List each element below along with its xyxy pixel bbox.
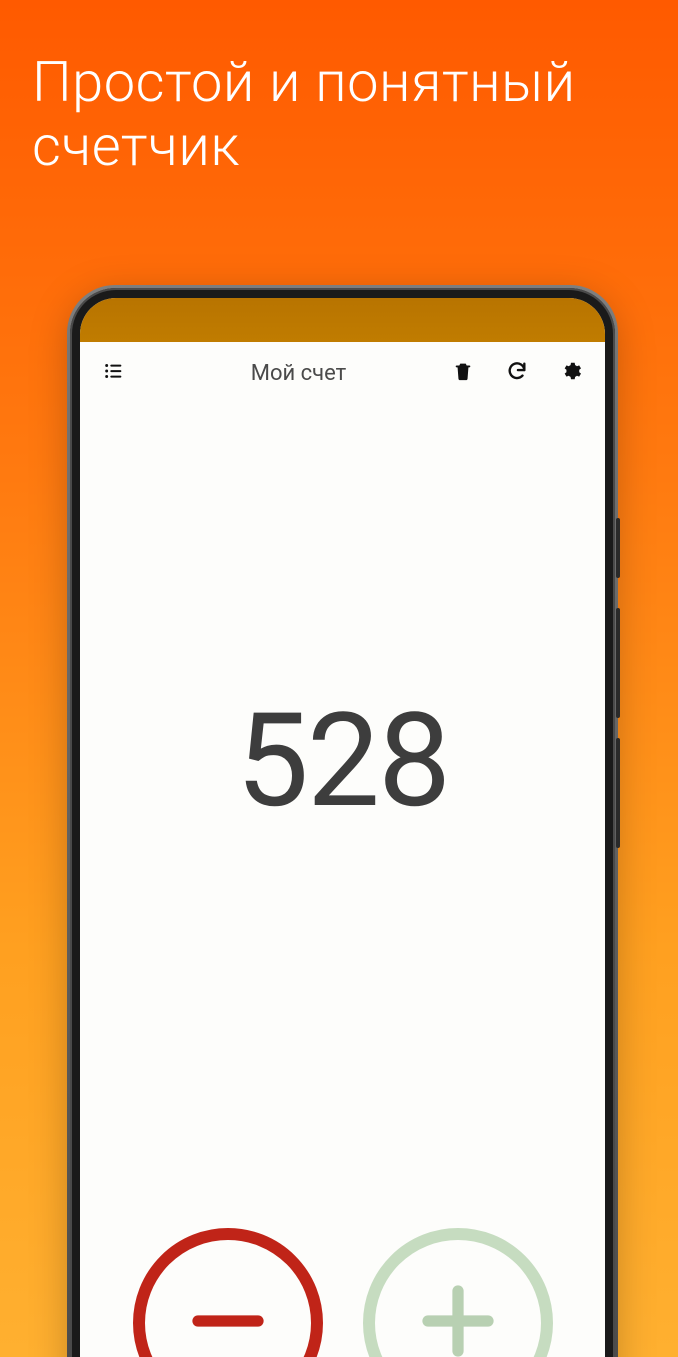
counter-controls (80, 1228, 605, 1357)
counter-display-area: 528 (80, 404, 605, 1228)
minus-icon (183, 1276, 273, 1357)
trash-icon (452, 360, 474, 386)
phone-frame: Мой счет (70, 288, 615, 1357)
toolbar-actions (447, 357, 587, 389)
phone-side-button (616, 608, 620, 718)
promo-headline: Простой и понятный счетчик (32, 50, 668, 179)
list-icon (103, 360, 125, 386)
app-title: Мой счет (158, 361, 439, 386)
phone-screen: Мой счет (80, 298, 605, 1357)
plus-icon (413, 1276, 503, 1357)
refresh-icon (506, 360, 528, 386)
gear-icon (560, 360, 582, 386)
decrement-button[interactable] (133, 1228, 323, 1357)
settings-button[interactable] (555, 357, 587, 389)
phone-side-button (616, 738, 620, 848)
phone-side-button (616, 518, 620, 578)
counter-value: 528 (236, 684, 449, 837)
app-bar: Мой счет (80, 342, 605, 404)
status-bar (80, 298, 605, 342)
menu-button[interactable] (98, 357, 130, 389)
delete-button[interactable] (447, 357, 479, 389)
increment-button[interactable] (363, 1228, 553, 1357)
refresh-button[interactable] (501, 357, 533, 389)
